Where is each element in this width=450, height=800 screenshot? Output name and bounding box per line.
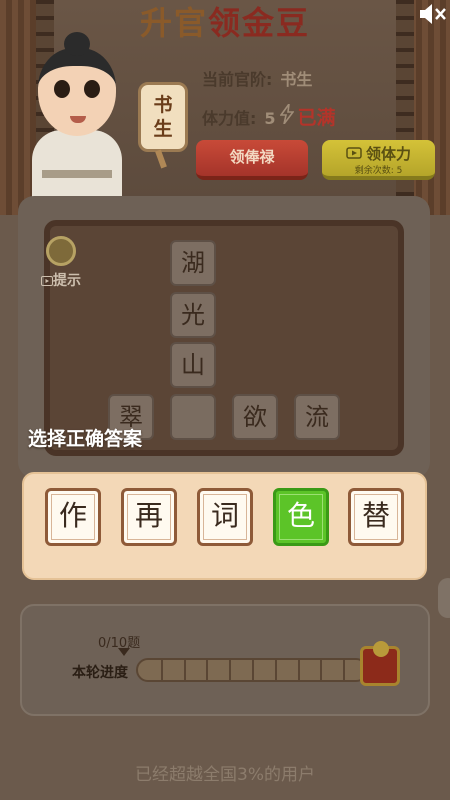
energy-value: 5 <box>264 109 276 128</box>
answer-option[interactable]: 再 <box>121 488 177 546</box>
puzzle-cell: 欲 <box>232 394 278 440</box>
progress-segment-divider <box>252 660 254 680</box>
progress-segment-divider <box>297 660 300 680</box>
energy-remaining: 剩余次数: 5 <box>354 166 403 176</box>
answer-option[interactable]: 作 <box>45 488 101 546</box>
collect-salary-button[interactable]: 领俸禄 <box>196 140 308 180</box>
progress-label: 本轮进度 <box>72 665 128 681</box>
progress-segment-divider <box>274 660 277 680</box>
hint-button[interactable]: 提示 <box>36 236 86 294</box>
energy-stat: 体力值: 5 已满 <box>202 103 336 130</box>
rank-badge: 书 生 <box>138 82 188 152</box>
answer-option[interactable]: 词 <box>197 488 253 546</box>
puzzle-cell: 流 <box>294 394 340 440</box>
badge-char-2: 生 <box>153 118 173 140</box>
puzzle-cell: 光 <box>170 292 216 338</box>
energy-label: 体力值: <box>202 109 257 128</box>
avatar-eye-right <box>84 80 100 98</box>
progress-segment-divider <box>183 660 186 680</box>
progress-segment-divider <box>206 660 209 680</box>
puzzle-board <box>44 220 404 456</box>
ranking-footer: 已经超越全国3%的用户 <box>135 765 315 785</box>
progress-segment-divider <box>320 660 323 680</box>
answer-option[interactable]: 替 <box>348 488 404 546</box>
progress-segment-divider <box>160 660 163 680</box>
collect-energy-button[interactable]: 领体力 剩余次数: 5 <box>322 140 435 180</box>
speaker-mute-icon[interactable] <box>416 2 448 28</box>
video-icon <box>346 147 362 162</box>
treasure-chest-icon[interactable] <box>360 641 400 686</box>
scholar-avatar <box>22 30 132 215</box>
lightbulb-icon <box>46 236 76 266</box>
puzzle-blank-cell[interactable] <box>170 394 216 440</box>
progress-marker <box>118 648 130 656</box>
energy-status: 已满 <box>297 107 336 129</box>
answer-option-selected[interactable]: 色 <box>273 488 329 546</box>
video-icon <box>41 276 53 286</box>
rank-label: 当前官阶: <box>202 70 273 89</box>
progress-bar <box>136 658 368 682</box>
avatar-eye-left <box>54 80 70 98</box>
energy-button-label: 领体力 <box>365 145 411 163</box>
avatar-sash <box>42 170 112 178</box>
progress-segment-divider <box>343 660 346 680</box>
side-scroll-handle <box>438 578 450 618</box>
puzzle-cell: 山 <box>170 342 216 388</box>
rank-value: 书生 <box>280 70 313 89</box>
select-answer-prompt: 选择正确答案 <box>28 428 143 450</box>
lightning-icon <box>278 103 295 129</box>
avatar-hair-bun <box>64 32 90 56</box>
title-part1: 升官 <box>139 4 208 42</box>
title-part2: 领金豆 <box>208 4 311 42</box>
puzzle-cell: 湖 <box>170 240 216 286</box>
rank-stat: 当前官阶: 书生 <box>202 66 312 90</box>
hint-label: 提示 <box>36 270 86 290</box>
badge-char-1: 书 <box>153 94 173 116</box>
progress-segment-divider <box>229 660 232 680</box>
